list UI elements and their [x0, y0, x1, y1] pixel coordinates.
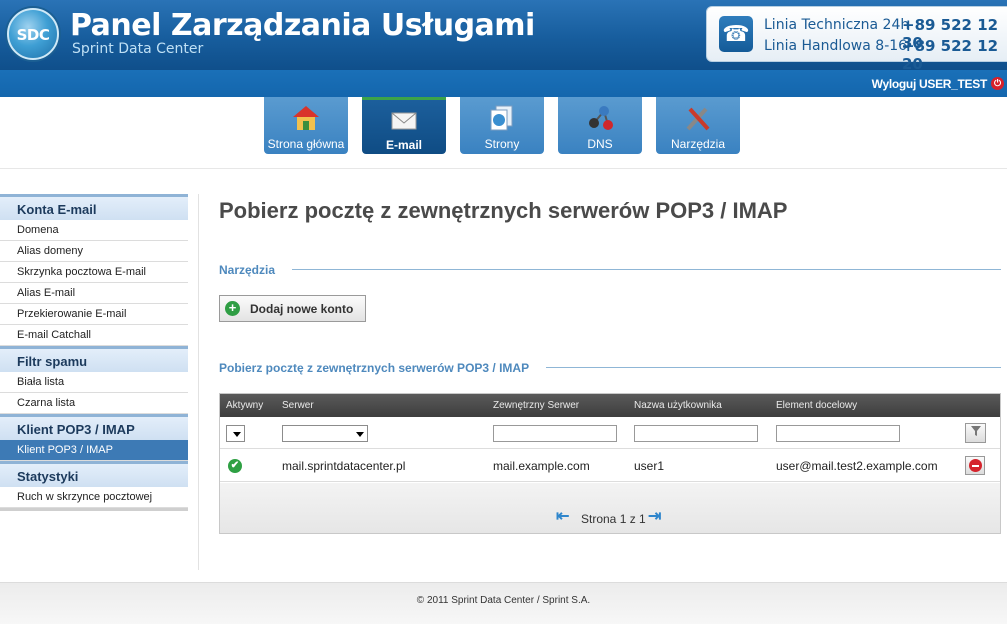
table-row[interactable]: ✔ mail.sprintdatacenter.pl mail.example.… — [220, 450, 1000, 482]
sidebar-item-blacklist[interactable]: Czarna lista — [0, 393, 188, 414]
envelope-icon — [388, 106, 420, 136]
page-title: Pobierz pocztę z zewnętrznych serwerów P… — [219, 198, 788, 223]
tab-home[interactable]: Strona główna — [264, 97, 348, 154]
phone-icon: ☎ — [719, 16, 753, 52]
active-filter-select[interactable] — [226, 425, 245, 442]
power-icon[interactable]: ⏻ — [991, 77, 1004, 90]
filter-button[interactable] — [965, 423, 986, 443]
sidebar-item-pop3-imap-client[interactable]: Klient POP3 / IMAP — [0, 440, 188, 461]
sidebar-item-forwarding[interactable]: Przekierowanie E-mail — [0, 304, 188, 325]
contact-label-sales: Linia Handlowa 8-16 — [764, 38, 908, 54]
tab-tools[interactable]: Narzędzia — [656, 97, 740, 154]
footer: © 2011 Sprint Data Center / Sprint S.A. — [0, 582, 1007, 624]
tab-email-label: E-mail — [385, 138, 422, 152]
add-account-button[interactable]: + Dodaj nowe konto — [219, 295, 366, 322]
sidebar-item-email-alias[interactable]: Alias E-mail — [0, 283, 188, 304]
contact-box: ☎ Linia Techniczna 24h +89 522 12 30 Lin… — [706, 6, 1007, 73]
sidebar-group-pop3-imap[interactable]: Klient POP3 / IMAP — [0, 414, 188, 440]
sidebar-item-domain[interactable]: Domena — [0, 220, 188, 241]
chevron-down-icon — [233, 432, 241, 437]
active-check-icon: ✔ — [228, 459, 242, 473]
tab-pages-label: Strony — [484, 137, 520, 151]
cell-target: user@mail.test2.example.com — [776, 459, 938, 473]
house-icon — [290, 103, 322, 133]
sdc-logo[interactable]: SDC — [7, 8, 59, 60]
tab-pages[interactable]: Strony — [460, 97, 544, 154]
app-subtitle: Sprint Data Center — [72, 41, 204, 57]
sidebar: Konta E-mail Domena Alias domeny Skrzynk… — [0, 194, 188, 511]
first-page-icon[interactable]: ⇤ — [556, 506, 569, 526]
accounts-grid: Aktywny Serwer Zewnętrzny Serwer Nazwa u… — [219, 393, 1001, 534]
grid-header: Aktywny Serwer Zewnętrzny Serwer Nazwa u… — [220, 394, 1000, 417]
delete-icon — [969, 459, 982, 472]
external-server-filter-input[interactable] — [493, 425, 617, 442]
sidebar-group-email-accounts[interactable]: Konta E-mail — [0, 194, 188, 220]
col-target[interactable]: Element docelowy — [776, 400, 857, 411]
sidebar-item-mailbox-traffic[interactable]: Ruch w skrzynce pocztowej — [0, 487, 188, 508]
tools-section-line — [292, 269, 1001, 270]
server-filter-select[interactable] — [282, 425, 368, 442]
funnel-icon — [970, 426, 981, 436]
header: SDC Panel Zarządzania Usługami Sprint Da… — [0, 0, 1007, 73]
username-filter-input[interactable] — [634, 425, 758, 442]
tab-dns-label: DNS — [587, 137, 613, 151]
app-title: Panel Zarządzania Usługami — [70, 8, 535, 43]
tab-tools-label: Narzędzia — [670, 137, 726, 151]
pager: ⇤ Strona 1 z 1 ⇥ — [220, 483, 1000, 533]
tab-home-label: Strona główna — [267, 137, 345, 151]
cell-external-server: mail.example.com — [493, 459, 590, 473]
list-section-line — [546, 367, 1001, 368]
list-section-title: Pobierz pocztę z zewnętrznych serwerów P… — [219, 361, 530, 375]
sidebar-group-statistics[interactable]: Statystyki — [0, 461, 188, 487]
sidebar-item-domain-alias[interactable]: Alias domeny — [0, 241, 188, 262]
page-indicator: Strona 1 z 1 — [581, 512, 646, 526]
contact-phone-sales: +89 522 12 20 — [902, 37, 999, 73]
delete-button[interactable] — [965, 456, 985, 475]
sidebar-item-whitelist[interactable]: Biała lista — [0, 372, 188, 393]
tools-section-title: Narzędzia — [219, 263, 276, 277]
logout-link[interactable]: Wyloguj USER_TEST — [872, 77, 988, 91]
tools-icon — [682, 103, 714, 133]
logo-text: SDC — [16, 26, 50, 44]
last-page-icon[interactable]: ⇥ — [648, 506, 661, 526]
cell-server: mail.sprintdatacenter.pl — [282, 459, 406, 473]
plus-icon: + — [225, 301, 240, 316]
target-filter-input[interactable] — [776, 425, 900, 442]
sidebar-item-catchall[interactable]: E-mail Catchall — [0, 325, 188, 346]
footer-copyright: © 2011 Sprint Data Center / Sprint S.A. — [416, 595, 591, 606]
tab-email[interactable]: E-mail — [362, 97, 446, 154]
content-divider — [198, 194, 199, 570]
col-active[interactable]: Aktywny — [226, 400, 263, 411]
web-pages-icon — [486, 103, 518, 133]
network-icon — [584, 103, 616, 133]
main-nav: Strona główna E-mail Strony DNS Narzędzi… — [0, 97, 1007, 169]
col-username[interactable]: Nazwa użytkownika — [634, 400, 722, 411]
user-bar: Wyloguj USER_TEST ⏻ — [0, 70, 1007, 97]
sidebar-item-mailbox[interactable]: Skrzynka pocztowa E-mail — [0, 262, 188, 283]
sidebar-bottom-divider — [0, 508, 188, 511]
contact-label-technical: Linia Techniczna 24h — [764, 17, 910, 33]
add-account-label: Dodaj nowe konto — [250, 302, 354, 316]
filter-row — [220, 417, 1000, 449]
tab-dns[interactable]: DNS — [558, 97, 642, 154]
cell-username: user1 — [634, 459, 665, 473]
sidebar-group-spam-filter[interactable]: Filtr spamu — [0, 346, 188, 372]
chevron-down-icon — [356, 432, 364, 437]
col-external-server[interactable]: Zewnętrzny Serwer — [493, 400, 579, 411]
col-server[interactable]: Serwer — [282, 400, 314, 411]
